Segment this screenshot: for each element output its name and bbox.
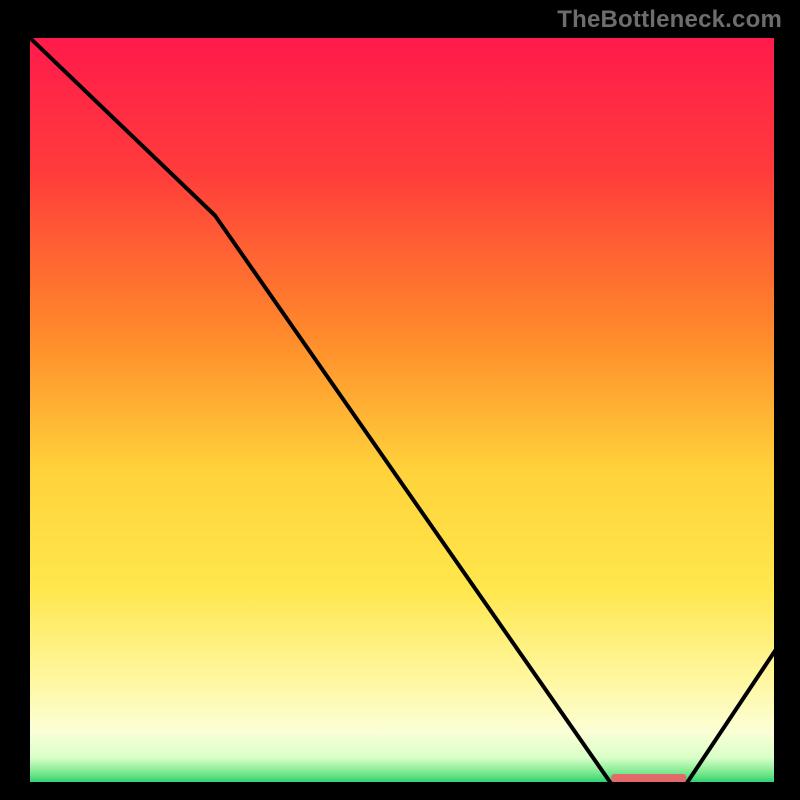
plot-area: [28, 36, 776, 784]
chart-frame: TheBottleneck.com: [0, 0, 800, 800]
watermark-label: TheBottleneck.com: [557, 6, 782, 34]
chart-svg: [28, 36, 776, 784]
background-gradient: [28, 36, 776, 784]
